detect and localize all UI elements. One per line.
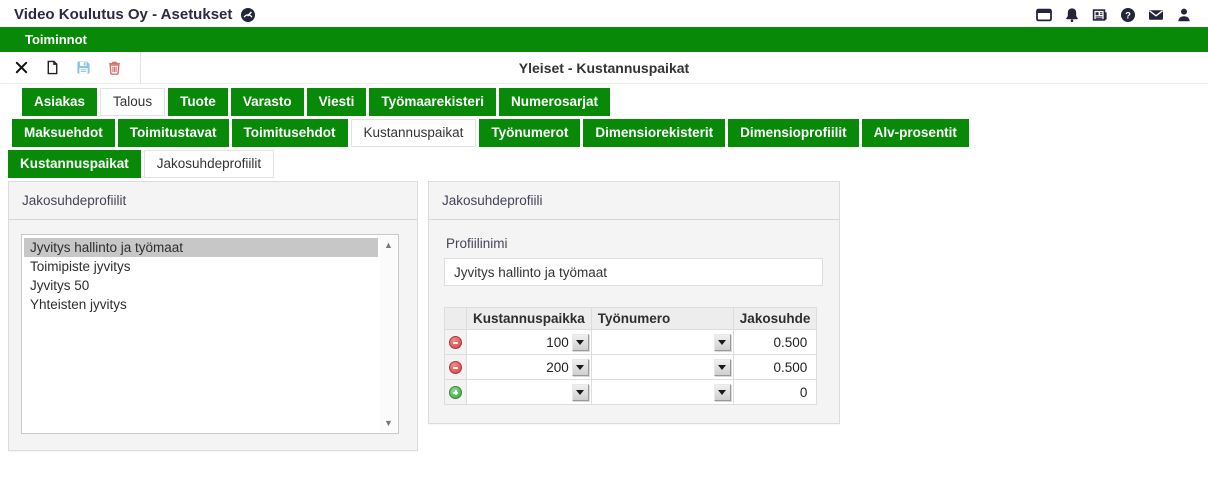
tab-kustannuspaikat[interactable]: Kustannuspaikat [351,119,477,147]
jakosuhde-cell[interactable]: 0 [733,380,817,405]
tab-tuote[interactable]: Tuote [168,88,228,116]
dropdown-arrow-icon[interactable] [572,384,589,401]
tab-dimensiorekisterit[interactable]: Dimensiorekisterit [583,119,725,147]
profile-name-label: Profiilinimi [446,236,821,251]
tab-tyomaarekisteri[interactable]: Työmaarekisteri [369,88,496,116]
scroll-down-icon[interactable]: ▼ [384,414,393,432]
table-header-row: Kustannuspaikka Työnumero Jakosuhde [445,308,817,330]
tab-toimitustavat[interactable]: Toimitustavat [118,119,229,147]
list-item[interactable]: Jyvitys 50 [24,276,378,295]
list-item[interactable]: Jyvitys hallinto ja työmaat [24,238,378,257]
table-row: 100 0.500 [445,330,817,355]
scroll-up-icon[interactable]: ▲ [384,236,393,254]
tab-dimensioprofiilit[interactable]: Dimensioprofiilit [728,119,859,147]
jakosuhde-cell[interactable]: 0.500 [733,330,817,355]
list-scrollbar[interactable]: ▲ ▼ [380,236,397,432]
toolbar-divider [140,52,141,84]
tab-numerosarjat[interactable]: Numerosarjat [499,88,610,116]
help-icon[interactable]: ? [1119,6,1136,23]
tyonumero-select[interactable] [592,384,733,401]
dropdown-arrow-icon[interactable] [572,359,589,376]
toolbar-heading: Yleiset - Kustannuspaikat [0,60,1208,76]
close-icon[interactable] [12,59,30,77]
allocation-table: Kustannuspaikka Työnumero Jakosuhde 100 [444,307,817,405]
tab-jakosuhdeprofiilit[interactable]: Jakosuhdeprofiilit [144,150,274,178]
tab-varasto[interactable]: Varasto [231,88,304,116]
menubar: Toiminnot [0,27,1208,52]
page-title: Video Koulutus Oy - Asetukset [14,6,232,23]
kustannuspaikka-value: 200 [546,360,569,375]
tab-asiakas[interactable]: Asiakas [22,88,97,116]
profile-detail-panel: Jakosuhdeprofiili Profiilinimi Kustannus… [428,181,840,424]
tabs-level1: Asiakas Talous Tuote Varasto Viesti Työm… [22,88,1208,116]
delete-icon[interactable] [105,59,123,77]
svg-text:?: ? [1125,10,1131,21]
jakosuhde-cell[interactable]: 0.500 [733,355,817,380]
dropdown-arrow-icon[interactable] [714,384,731,401]
list-item[interactable]: Toimipiste jyvitys [24,257,378,276]
tab-talous[interactable]: Talous [100,88,165,116]
tab-maksuehdot[interactable]: Maksuehdot [12,119,115,147]
bell-icon[interactable] [1063,6,1080,23]
profiles-listbox: Jyvitys hallinto ja työmaat Toimipiste j… [21,234,399,434]
dropdown-arrow-icon[interactable] [714,359,731,376]
row-action-header [445,308,467,330]
kustannuspaikka-value: 100 [546,335,569,350]
mail-icon[interactable] [1147,6,1164,23]
col-tyonumero: Työnumero [591,308,733,330]
profiles-panel-title: Jakosuhdeprofiilit [9,182,417,220]
remove-row-icon[interactable] [449,336,462,349]
profile-detail-title: Jakosuhdeprofiili [429,182,839,220]
table-row: 200 0.500 [445,355,817,380]
titlebar: Video Koulutus Oy - Asetukset ? [0,0,1208,27]
new-document-icon[interactable] [43,59,61,77]
kustannuspaikka-select[interactable]: 200 [467,359,591,376]
titlebar-icons: ? [1035,6,1194,23]
kustannuspaikka-select[interactable]: 100 [467,334,591,351]
dropdown-arrow-icon[interactable] [572,334,589,351]
kustannuspaikka-select[interactable] [467,384,591,401]
remove-row-icon[interactable] [449,361,462,374]
table-row: 0 [445,380,817,405]
tabs-level3: Kustannuspaikat Jakosuhdeprofiilit [8,150,1208,178]
tabs-level2: Maksuehdot Toimitustavat Toimitusehdot K… [12,119,1208,147]
list-item[interactable]: Yhteisten jyvitys [24,295,378,314]
tab-viesti[interactable]: Viesti [307,88,367,116]
profile-name-input[interactable] [444,258,823,286]
window-icon[interactable] [1035,6,1052,23]
toolbar: Yleiset - Kustannuspaikat [0,52,1208,84]
tab-alv-prosentit[interactable]: Alv-prosentit [862,119,969,147]
tab-kustannuspaikat-sub[interactable]: Kustannuspaikat [8,150,141,178]
tab-toimitusehdot[interactable]: Toimitusehdot [232,119,348,147]
tyonumero-select[interactable] [592,334,733,351]
save-icon[interactable] [74,59,92,77]
tab-tyonumerot[interactable]: Työnumerot [479,119,580,147]
col-kustannuspaikka: Kustannuspaikka [467,308,592,330]
add-row-icon[interactable] [449,386,462,399]
user-icon[interactable] [1175,6,1192,23]
gauge-icon [239,6,256,23]
tyonumero-select[interactable] [592,359,733,376]
dropdown-arrow-icon[interactable] [714,334,731,351]
menu-item-toiminnot[interactable]: Toiminnot [25,32,87,47]
newspaper-icon[interactable] [1091,6,1108,23]
profiles-panel: Jakosuhdeprofiilit Jyvitys hallinto ja t… [8,181,418,451]
col-jakosuhde: Jakosuhde [733,308,817,330]
